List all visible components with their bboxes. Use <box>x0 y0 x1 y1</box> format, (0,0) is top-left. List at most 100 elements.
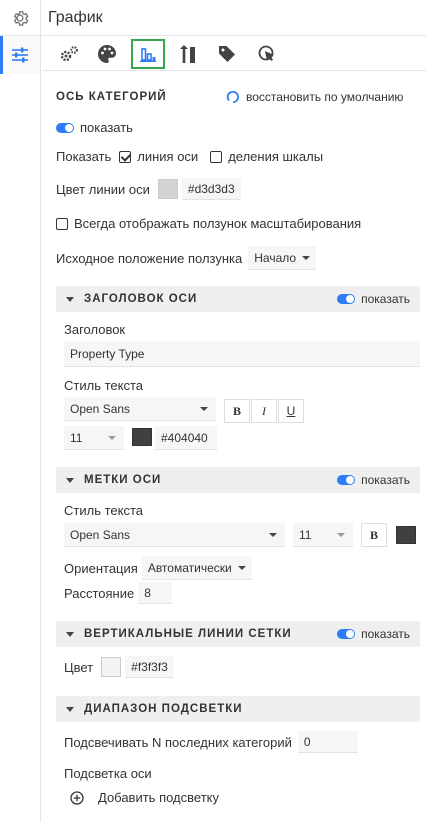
labels-font-dropdown[interactable]: Open Sans <box>64 523 285 547</box>
title-underline-button[interactable]: U <box>278 399 304 423</box>
gridlines-section-header[interactable]: ВЕРТИКАЛЬНЫЕ ЛИНИИ СЕТКИ показать <box>56 621 420 647</box>
last-n-row: Подсвечивать N последних категорий 0 <box>64 731 358 753</box>
heading-label-row: Заголовок <box>64 322 125 337</box>
distance-input[interactable]: 8 <box>138 582 173 604</box>
top-bar: График <box>0 0 426 36</box>
slider-position-value: Начало <box>254 250 297 265</box>
reset-defaults-label: восстановить по умолчанию <box>246 90 404 104</box>
axis-line-checkbox[interactable] <box>119 150 132 163</box>
labels-color-swatch[interactable] <box>396 526 416 544</box>
labels-text-style-label-row: Стиль текста <box>64 503 143 518</box>
show-axis-label: показать <box>80 120 133 135</box>
distance-label: Расстояние <box>64 585 135 601</box>
toolbar-interaction-button[interactable] <box>250 39 284 69</box>
last-n-label: Подсвечивать N последних категорий <box>64 734 292 750</box>
heading-input[interactable]: Property Type <box>64 341 420 367</box>
gridlines-show-toggle[interactable] <box>337 629 356 639</box>
toolbar-labels-button[interactable] <box>210 39 244 69</box>
collapse-arrow-icon <box>66 477 74 483</box>
labels-font-value: Open Sans <box>70 527 131 542</box>
chevron-down-icon <box>237 565 246 570</box>
axis-line-color-row: Цвет линии оси #d3d3d3 <box>56 178 241 200</box>
collapse-arrow-icon <box>66 706 74 712</box>
title-text-style-label-row: Стиль текста <box>64 378 143 393</box>
slider-position-label: Исходное положение ползунка <box>56 250 243 266</box>
toolbar-axes-button[interactable] <box>171 39 205 69</box>
axis-labels-show-toggle[interactable] <box>337 475 356 485</box>
gears-icon <box>60 46 78 62</box>
axis-title-show-toggle[interactable] <box>337 294 356 304</box>
highlight-section-header[interactable]: ДИАПАЗОН ПОДСВЕТКИ <box>56 696 420 722</box>
slider-position-row: Исходное положение ползунка Начало <box>56 246 317 270</box>
labels-bold-button[interactable]: B <box>361 523 387 547</box>
ticks-label: деления шкалы <box>228 149 324 164</box>
category-axis-heading: ОСЬ КАТЕГОРИЙ <box>56 91 167 103</box>
reset-icon <box>226 90 239 104</box>
title-size-value: 11 <box>70 430 83 445</box>
tag-icon <box>219 46 235 62</box>
title-italic-button[interactable]: I <box>251 399 277 423</box>
gear-icon <box>13 11 29 26</box>
gridlines-show-label: показать <box>361 627 410 641</box>
add-highlight-button[interactable]: Добавить подсветку <box>70 790 219 805</box>
chevron-down-icon <box>200 407 208 411</box>
axis-labels-show-toggle-row[interactable]: показать <box>337 473 410 487</box>
reset-defaults-link[interactable]: восстановить по умолчанию <box>226 90 403 104</box>
orientation-dropdown[interactable]: Автоматически <box>141 556 252 580</box>
heading-label: Заголовок <box>64 322 126 337</box>
gridlines-show-toggle-row[interactable]: показать <box>337 627 410 641</box>
cursor-icon <box>258 45 274 61</box>
title-text-style-label: Стиль текста <box>64 378 143 393</box>
gridlines-color-label: Цвет <box>64 659 94 675</box>
gridlines-section-title: ВЕРТИКАЛЬНЫЕ ЛИНИИ СЕТКИ <box>84 628 292 640</box>
slider-position-dropdown[interactable]: Начало <box>248 246 317 270</box>
show-options-row: Показать линия оси деления шкалы <box>56 149 323 164</box>
gridlines-color-swatch[interactable] <box>101 657 122 677</box>
title-size-dropdown[interactable]: 11 <box>64 426 124 450</box>
title-color-input[interactable]: #404040 <box>155 426 217 450</box>
axis-labels-section-header[interactable]: МЕТКИ ОСИ показать <box>56 467 420 493</box>
format-toolbar <box>42 37 426 71</box>
show-axis-toggle-row[interactable]: показать <box>56 120 133 135</box>
orientation-row: Ориентация Автоматически <box>64 556 252 580</box>
format-tab[interactable] <box>0 36 40 74</box>
toolbar-chart-button[interactable] <box>131 39 165 69</box>
axis-line-color-input[interactable]: #d3d3d3 <box>181 178 241 200</box>
title-bold-button[interactable]: B <box>224 399 250 423</box>
always-slider-checkbox[interactable] <box>56 217 68 230</box>
axis-title-show-toggle-row[interactable]: показать <box>337 292 410 306</box>
axis-highlight-label: Подсветка оси <box>64 766 152 781</box>
show-axis-toggle[interactable] <box>56 122 74 133</box>
axis-line-color-swatch[interactable] <box>157 179 178 199</box>
chevron-down-icon <box>302 255 311 260</box>
gridlines-color-row: Цвет #f3f3f3 <box>64 656 174 678</box>
collapse-arrow-icon <box>66 296 74 302</box>
chevron-down-icon <box>269 533 277 537</box>
axis-title-section-title: ЗАГОЛОВОК ОСИ <box>84 293 198 305</box>
chevron-down-icon <box>108 436 116 440</box>
highlight-section-title: ДИАПАЗОН ПОДСВЕТКИ <box>84 703 243 715</box>
labels-size-dropdown[interactable]: 11 <box>293 523 353 547</box>
axis-highlight-row: Подсветка оси <box>64 766 152 781</box>
title-font-dropdown[interactable]: Open Sans <box>64 397 216 421</box>
orientation-value: Автоматически <box>147 560 232 575</box>
ticks-checkbox[interactable] <box>210 150 223 163</box>
settings-gear-button[interactable] <box>0 0 41 36</box>
chevron-down-icon <box>337 533 345 537</box>
collapse-arrow-icon <box>66 631 74 637</box>
axis-line-color-label: Цвет линии оси <box>56 181 150 197</box>
palette-icon <box>98 45 116 63</box>
plus-circle-icon <box>70 790 84 805</box>
title-color-swatch[interactable] <box>132 428 152 446</box>
heading-value: Property Type <box>70 346 145 361</box>
distance-row: Расстояние 8 <box>64 582 173 604</box>
labels-size-value: 11 <box>299 527 312 542</box>
last-n-input[interactable]: 0 <box>297 731 358 753</box>
title-color-value: #404040 <box>161 430 208 445</box>
toolbar-general-button[interactable] <box>52 39 86 69</box>
toolbar-palette-button[interactable] <box>90 39 124 69</box>
gridlines-color-input[interactable]: #f3f3f3 <box>125 656 174 678</box>
axis-title-section-header[interactable]: ЗАГОЛОВОК ОСИ показать <box>56 286 420 312</box>
panel-title: График <box>48 9 103 26</box>
bar-chart-icon <box>140 48 156 63</box>
